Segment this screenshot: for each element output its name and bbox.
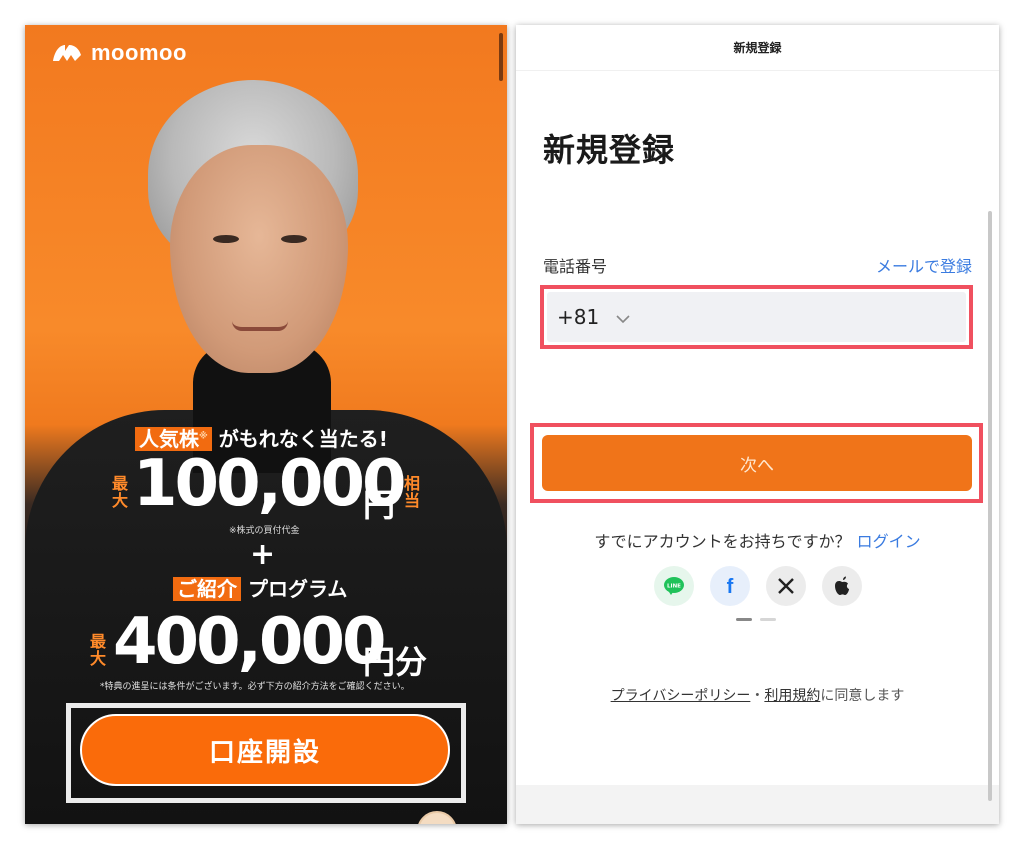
facebook-icon[interactable]: f <box>710 566 750 606</box>
apple-icon[interactable] <box>822 566 862 606</box>
have-account-text: すでにアカウントをお持ちですか？ <box>594 532 851 551</box>
email-signup-link[interactable]: メールで登録 <box>876 253 972 277</box>
open-account-button[interactable]: 口座開設 <box>80 714 450 786</box>
footer-bar <box>516 785 999 824</box>
yen-2: 円分 <box>363 643 428 681</box>
carousel-dots <box>736 618 776 621</box>
phone-input[interactable]: +81 <box>547 292 966 342</box>
terms-link[interactable]: 利用規約 <box>764 688 820 704</box>
referral-tag: ご紹介 <box>173 577 241 601</box>
svg-text:LINE: LINE <box>667 584 681 590</box>
yen-1: 円 <box>363 486 396 524</box>
next-button[interactable]: 次へ <box>542 435 972 491</box>
plus-sign: + <box>250 537 276 572</box>
social-login-row: LINE f <box>654 566 862 606</box>
scrollbar[interactable] <box>988 211 992 801</box>
note-purchase: ※株式の買付代金 <box>229 526 300 536</box>
max-label-2: 最大 <box>89 632 106 668</box>
header-title: 新規登録 <box>516 25 999 71</box>
signup-panel: 新規登録 新規登録 電話番号 メールで登録 +81 次へ すでにアカウントをお持… <box>516 25 999 824</box>
promo-panel: moomoo 人気株※ がもれなく当たる! 最大 100,000 円 相当 ※株… <box>25 25 507 824</box>
country-code-select[interactable]: +81 <box>557 305 599 329</box>
carousel-dot <box>760 618 776 621</box>
referral-program-label: プログラム <box>247 577 348 601</box>
amount-2: 400,000 <box>113 605 386 679</box>
carousel-dot-active <box>736 618 752 621</box>
chevron-down-icon[interactable] <box>615 305 631 329</box>
referral-headline: ご紹介 プログラム <box>173 573 347 602</box>
page-title: 新規登録 <box>543 131 676 169</box>
scrollbar[interactable] <box>499 33 503 81</box>
note-conditions: *特典の進呈には条件がございます。必ず下方の紹介方法をご確認ください。 <box>100 682 410 692</box>
agree-text: に同意します <box>820 688 905 704</box>
footnote-mark: ※ <box>199 431 208 442</box>
privacy-policy-link[interactable]: プライバシーポリシー <box>611 688 751 704</box>
x-icon[interactable] <box>766 566 806 606</box>
policy-agreement: プライバシーポリシー・利用規約に同意します <box>516 685 999 705</box>
svg-text:f: f <box>727 576 734 597</box>
policy-separator: ・ <box>750 688 765 704</box>
line-icon[interactable]: LINE <box>654 566 694 606</box>
login-link[interactable]: ログイン <box>857 532 921 551</box>
max-label-1: 最大 <box>111 474 128 510</box>
phone-label: 電話番号 <box>543 257 608 276</box>
have-account-prompt: すでにアカウントをお持ちですか？ ログイン <box>516 528 999 552</box>
equivalent-label: 相当 <box>403 474 420 510</box>
